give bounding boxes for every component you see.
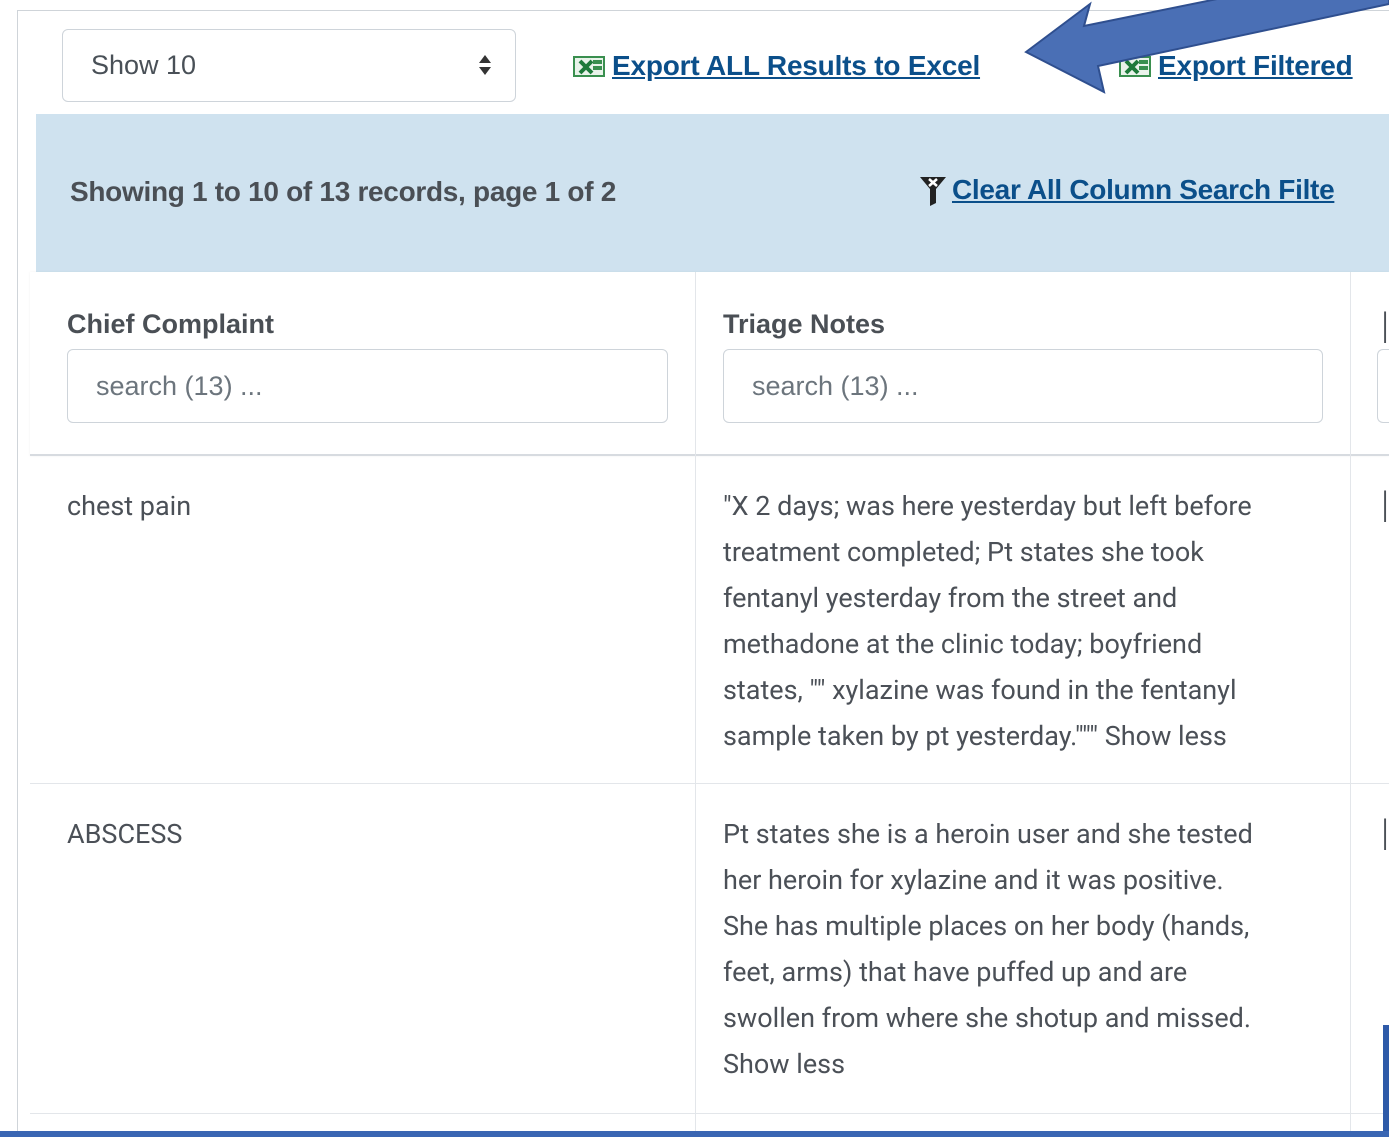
column-header-partial: │ — [1378, 311, 1389, 343]
row-divider — [30, 783, 1389, 784]
excel-icon — [573, 56, 605, 77]
triage-notes-cell: Pt states she is a heroin user and she t… — [723, 818, 1253, 1080]
column-divider — [1350, 272, 1351, 1137]
clear-filters-label: Clear All Column Search Filte — [952, 174, 1335, 205]
column-divider — [695, 272, 696, 1137]
column-header-chief-complaint: Chief Complaint — [67, 309, 274, 339]
export-all-label: Export ALL Results to Excel — [612, 50, 981, 81]
page-size-select[interactable]: Show 10 — [62, 29, 516, 102]
export-all-link[interactable]: Export ALL Results to Excel — [572, 46, 980, 86]
clear-filters-link[interactable]: Clear All Column Search Filte — [918, 173, 1335, 207]
annotation-box-edge — [1383, 1025, 1389, 1137]
chief-complaint-cell: chest pain — [67, 490, 192, 522]
partial-search-input[interactable] — [1377, 349, 1389, 423]
records-summary: Showing 1 to 10 of 13 records, page 1 of… — [70, 176, 616, 207]
row-divider — [30, 1113, 1389, 1114]
sort-arrows-icon — [479, 55, 491, 75]
partial-cell: │ — [1378, 490, 1389, 522]
annotation-arrow — [1024, 0, 1389, 94]
chief-complaint-search-input[interactable] — [67, 349, 668, 423]
page-size-value: Show 10 — [91, 50, 197, 80]
annotation-box-edge — [0, 1131, 1389, 1137]
filter-clear-icon — [920, 177, 946, 206]
partial-cell: │ — [1378, 818, 1389, 850]
triage-notes-cell: "X 2 days; was here yesterday but left b… — [723, 490, 1252, 752]
triage-notes-search-input[interactable] — [723, 349, 1323, 423]
chief-complaint-cell: ABSCESS — [67, 818, 183, 850]
column-header-triage-notes: Triage Notes — [723, 309, 886, 339]
